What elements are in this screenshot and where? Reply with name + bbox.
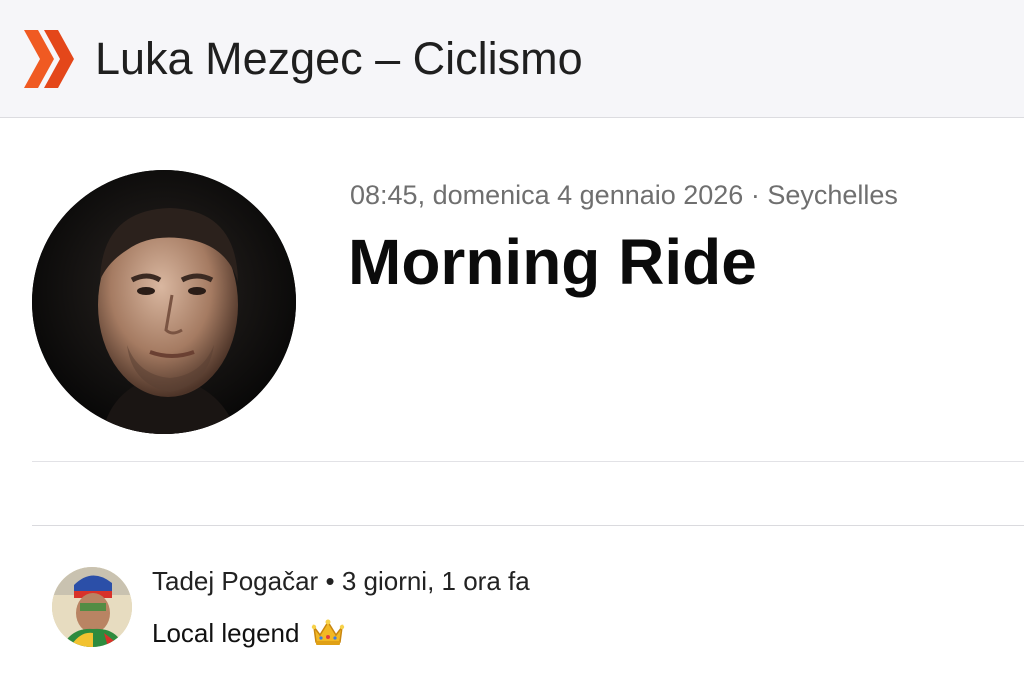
divider: [32, 525, 1024, 526]
page-title: Luka Mezgec – Ciclismo: [95, 33, 583, 84]
comment-separator: •: [325, 566, 335, 596]
comment-time: 3 giorni, 1 ora fa: [341, 566, 530, 596]
app-header: Luka Mezgec – Ciclismo: [0, 0, 1024, 118]
comment-text: Local legend: [152, 616, 345, 650]
double-chevron-icon[interactable]: [24, 30, 76, 88]
comment-header: Tadej Pogačar • 3 giorni, 1 ora fa: [152, 565, 530, 597]
activity-title: Morning Ride: [348, 226, 757, 298]
commenter-avatar[interactable]: [52, 567, 132, 647]
activity-meta: 08:45, domenica 4 gennaio 2026 · Seychel…: [350, 180, 898, 210]
crown-icon: [311, 617, 345, 647]
divider: [32, 461, 1024, 462]
comment-body: Local legend: [152, 618, 300, 648]
comment-author[interactable]: Tadej Pogačar: [152, 566, 318, 596]
athlete-avatar[interactable]: [32, 170, 296, 434]
